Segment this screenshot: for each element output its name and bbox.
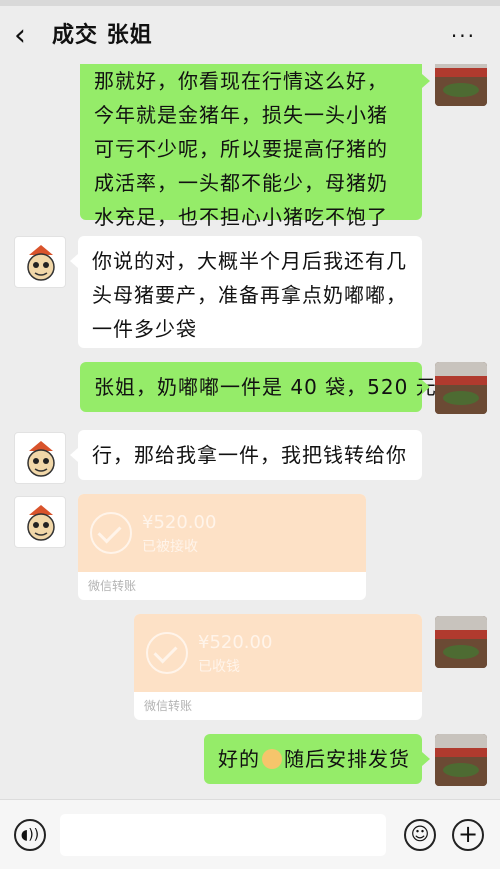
message-bubble[interactable]: 行，那给我拿一件，我把钱转给你	[70, 430, 422, 480]
cartoon-avatar-image	[27, 441, 55, 477]
farm-avatar-image	[435, 64, 487, 106]
transfer-status: 已收钱	[198, 659, 240, 675]
ok-hand-icon	[262, 749, 282, 769]
avatar[interactable]	[14, 496, 66, 548]
message-bubble[interactable]: 好的 随后安排发货	[204, 734, 430, 784]
emoji-icon[interactable]: ☺	[404, 819, 436, 851]
farm-avatar-image	[435, 734, 487, 786]
message-bubble[interactable]: 张姐，奶嘟嘟一件是 40 袋，520 元	[80, 362, 436, 412]
input-bar: ◖)) ☺ +	[0, 799, 500, 869]
avatar[interactable]	[14, 432, 66, 484]
check-circle-icon	[90, 512, 132, 554]
voice-icon[interactable]: ◖))	[14, 819, 46, 851]
transfer-amount: ¥520.00	[198, 632, 273, 653]
chat-title: 成交 张姐	[52, 23, 153, 48]
avatar[interactable]	[14, 236, 66, 288]
message-bubble[interactable]: 那就好，你看现在行情这么好，今年就是金猪年，损失一头小猪可亏不少呢，所以要提高仔…	[80, 64, 430, 229]
more-dots-icon[interactable]: ···	[451, 24, 476, 48]
transfer-label: 微信转账	[88, 579, 137, 593]
message-text: 好的	[218, 747, 260, 771]
message-text: 随后安排发货	[284, 747, 410, 771]
chat-header: ‹ 成交 张姐 ···	[0, 6, 500, 64]
chevron-left-icon[interactable]: ‹	[14, 18, 38, 54]
transfer-card[interactable]: ¥520.00 已收钱 微信转账	[134, 614, 422, 720]
transfer-card-body: ¥520.00 已被接收	[78, 494, 366, 572]
transfer-card-body: ¥520.00 已收钱	[134, 614, 422, 692]
message-text: 你说的对，大概半个月后我还有几头母猪要产，准备再拿点奶嘟嘟，一件多少袋	[92, 249, 407, 341]
message-text: 张姐，奶嘟嘟一件是 40 袋，520 元	[94, 375, 437, 399]
cartoon-avatar-image	[27, 505, 55, 541]
transfer-amount: ¥520.00	[142, 512, 217, 533]
farm-avatar-image	[435, 362, 487, 414]
check-circle-icon	[146, 632, 188, 674]
avatar[interactable]	[435, 616, 487, 668]
avatar[interactable]	[435, 362, 487, 414]
message-bubble[interactable]: 你说的对，大概半个月后我还有几头母猪要产，准备再拿点奶嘟嘟，一件多少袋	[70, 236, 422, 348]
avatar[interactable]	[435, 734, 487, 786]
chat-area[interactable]: 那就好，你看现在行情这么好，今年就是金猪年，损失一头小猪可亏不少呢，所以要提高仔…	[0, 64, 500, 799]
transfer-label: 微信转账	[144, 699, 193, 713]
transfer-status: 已被接收	[142, 539, 198, 555]
cartoon-avatar-image	[27, 245, 55, 281]
farm-avatar-image	[435, 616, 487, 668]
transfer-card[interactable]: ¥520.00 已被接收 微信转账	[78, 494, 366, 600]
plus-icon[interactable]: +	[452, 819, 484, 851]
avatar[interactable]	[435, 64, 487, 106]
message-text: 行，那给我拿一件，我把钱转给你	[92, 443, 407, 467]
message-input[interactable]	[60, 814, 386, 856]
message-text: 那就好，你看现在行情这么好，今年就是金猪年，损失一头小猪可亏不少呢，所以要提高仔…	[94, 69, 388, 229]
